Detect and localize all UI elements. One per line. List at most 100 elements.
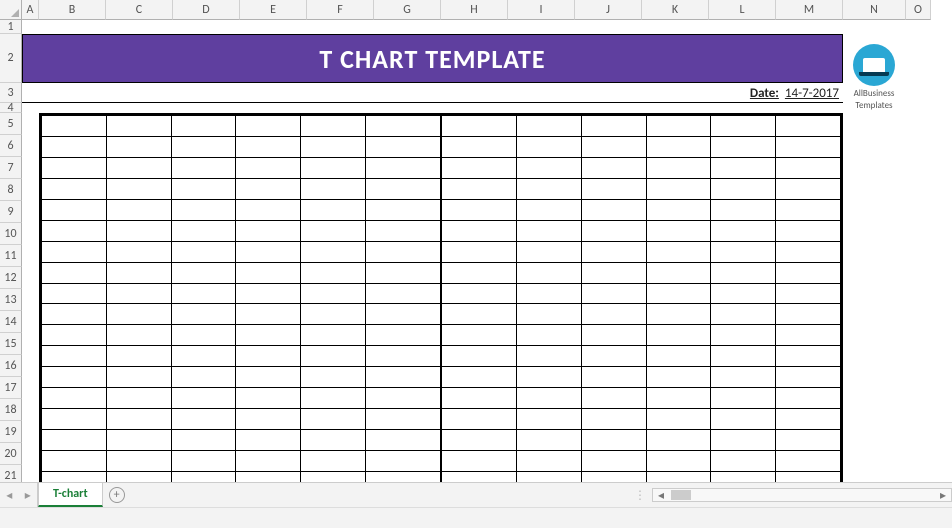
t-chart-cell[interactable] <box>106 409 171 430</box>
t-chart-cell[interactable] <box>517 367 582 388</box>
horizontal-scrollbar[interactable]: ◂ ▸ <box>652 488 952 502</box>
t-chart-cell[interactable] <box>711 346 776 367</box>
t-chart-cell[interactable] <box>365 283 441 304</box>
t-chart-cell[interactable] <box>236 367 301 388</box>
t-chart-cell[interactable] <box>776 136 841 157</box>
t-chart-cell[interactable] <box>646 325 711 346</box>
t-chart-cell[interactable] <box>106 304 171 325</box>
t-chart-cell[interactable] <box>171 116 236 137</box>
row-header-1[interactable]: 1 <box>0 20 22 34</box>
t-chart-cell[interactable] <box>236 157 301 178</box>
row-header-20[interactable]: 20 <box>0 443 22 465</box>
t-chart-cell[interactable] <box>581 430 646 451</box>
t-chart-cell[interactable] <box>171 220 236 241</box>
t-chart-cell[interactable] <box>711 262 776 283</box>
t-chart-cell[interactable] <box>106 178 171 199</box>
t-chart-cell[interactable] <box>365 241 441 262</box>
t-chart-cell[interactable] <box>517 409 582 430</box>
t-chart-cell[interactable] <box>776 241 841 262</box>
t-chart-cell[interactable] <box>236 304 301 325</box>
t-chart-cell[interactable] <box>171 241 236 262</box>
t-chart-cell[interactable] <box>171 346 236 367</box>
t-chart-cell[interactable] <box>106 388 171 409</box>
row-header-6[interactable]: 6 <box>0 135 22 157</box>
t-chart-cell[interactable] <box>171 283 236 304</box>
t-chart-cell[interactable] <box>236 409 301 430</box>
row-header-13[interactable]: 13 <box>0 289 22 311</box>
t-chart-cell[interactable] <box>646 409 711 430</box>
column-header-M[interactable]: M <box>776 0 843 20</box>
row-header-7[interactable]: 7 <box>0 157 22 179</box>
row-header-5[interactable]: 5 <box>0 113 22 135</box>
t-chart-cell[interactable] <box>581 178 646 199</box>
t-chart-cell[interactable] <box>42 136 107 157</box>
row-header-14[interactable]: 14 <box>0 311 22 333</box>
column-header-A[interactable]: A <box>22 0 39 20</box>
t-chart-cell[interactable] <box>42 199 107 220</box>
t-chart-cell[interactable] <box>301 409 366 430</box>
t-chart-cell[interactable] <box>646 241 711 262</box>
t-chart-cell[interactable] <box>171 430 236 451</box>
t-chart-cell[interactable] <box>517 199 582 220</box>
t-chart-cell[interactable] <box>581 325 646 346</box>
t-chart-cell[interactable] <box>236 136 301 157</box>
t-chart-cell[interactable] <box>776 346 841 367</box>
t-chart-cell[interactable] <box>711 178 776 199</box>
t-chart-cell[interactable] <box>776 178 841 199</box>
column-header-L[interactable]: L <box>709 0 776 20</box>
t-chart-cell[interactable] <box>441 220 517 241</box>
t-chart-cell[interactable] <box>441 388 517 409</box>
t-chart-cell[interactable] <box>106 157 171 178</box>
t-chart-cell[interactable] <box>42 178 107 199</box>
t-chart-cell[interactable] <box>365 199 441 220</box>
t-chart-cell[interactable] <box>441 409 517 430</box>
row-header-19[interactable]: 19 <box>0 421 22 443</box>
t-chart-cell[interactable] <box>517 262 582 283</box>
t-chart-cell[interactable] <box>365 304 441 325</box>
t-chart-cell[interactable] <box>171 157 236 178</box>
t-chart-cell[interactable] <box>646 388 711 409</box>
t-chart-cell[interactable] <box>517 157 582 178</box>
t-chart-cell[interactable] <box>236 325 301 346</box>
t-chart-cell[interactable] <box>517 388 582 409</box>
t-chart-cell[interactable] <box>711 116 776 137</box>
t-chart-cell[interactable] <box>171 409 236 430</box>
t-chart-cell[interactable] <box>365 116 441 137</box>
t-chart-cell[interactable] <box>42 409 107 430</box>
t-chart-cell[interactable] <box>106 367 171 388</box>
t-chart-cell[interactable] <box>646 262 711 283</box>
t-chart-cell[interactable] <box>517 304 582 325</box>
t-chart-cell[interactable] <box>441 346 517 367</box>
t-chart-cell[interactable] <box>106 220 171 241</box>
t-chart-cell[interactable] <box>236 262 301 283</box>
column-header-B[interactable]: B <box>39 0 106 20</box>
t-chart-cell[interactable] <box>301 367 366 388</box>
t-chart-cell[interactable] <box>646 136 711 157</box>
t-chart-cell[interactable] <box>711 430 776 451</box>
t-chart-cell[interactable] <box>106 241 171 262</box>
t-chart-cell[interactable] <box>776 388 841 409</box>
t-chart-cell[interactable] <box>646 220 711 241</box>
row-header-11[interactable]: 11 <box>0 245 22 267</box>
t-chart-cell[interactable] <box>236 451 301 472</box>
t-chart-cell[interactable] <box>365 157 441 178</box>
t-chart-cell[interactable] <box>301 304 366 325</box>
t-chart-cell[interactable] <box>776 409 841 430</box>
t-chart-cell[interactable] <box>581 451 646 472</box>
t-chart-cell[interactable] <box>42 262 107 283</box>
t-chart-cell[interactable] <box>517 220 582 241</box>
column-header-F[interactable]: F <box>307 0 374 20</box>
chevron-right-icon[interactable]: ▸ <box>25 488 31 503</box>
t-chart-cell[interactable] <box>236 116 301 137</box>
t-chart-cell[interactable] <box>171 178 236 199</box>
t-chart-cell[interactable] <box>711 136 776 157</box>
t-chart-cell[interactable] <box>441 367 517 388</box>
t-chart-cell[interactable] <box>42 304 107 325</box>
t-chart-cell[interactable] <box>711 220 776 241</box>
t-chart-cell[interactable] <box>365 220 441 241</box>
t-chart-cell[interactable] <box>171 136 236 157</box>
column-header-D[interactable]: D <box>173 0 240 20</box>
t-chart-cell[interactable] <box>236 346 301 367</box>
t-chart-cell[interactable] <box>171 325 236 346</box>
t-chart-cell[interactable] <box>106 136 171 157</box>
